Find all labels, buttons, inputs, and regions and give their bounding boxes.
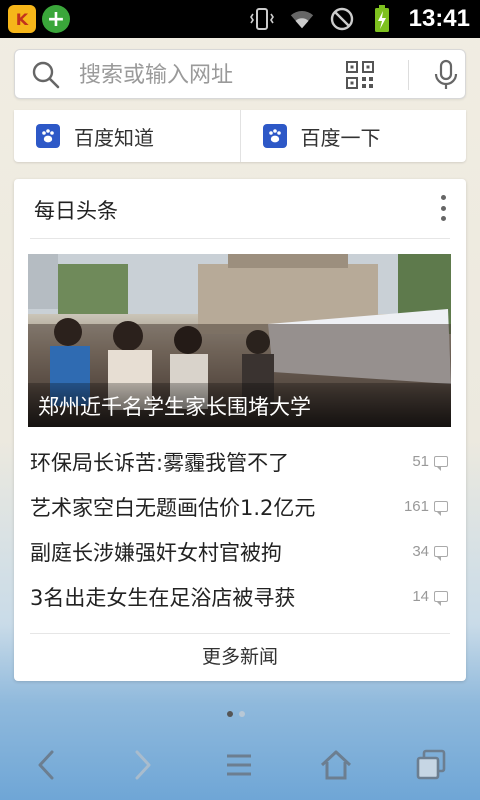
status-bar-notifications: K + [8, 5, 70, 33]
comment-count: 161 [404, 498, 448, 516]
status-bar: K + 13:41 [0, 0, 480, 38]
home-icon [320, 750, 352, 780]
news-item[interactable]: 副庭长涉嫌强奸女村官被拘 34 [14, 529, 466, 574]
news-title: 3名出走女生在足浴店被寻获 [30, 585, 296, 610]
menu-button[interactable] [214, 740, 264, 790]
quick-link-label: 百度一下 [300, 125, 381, 150]
headline-caption: 郑州近千名学生家长围堵大学 [28, 383, 451, 427]
news-title: 副庭长涉嫌强奸女村官被拘 [30, 540, 282, 565]
wifi-icon [289, 6, 315, 32]
no-sim-icon [329, 6, 355, 32]
qr-code-icon[interactable] [345, 60, 375, 90]
bottom-toolbar [0, 728, 480, 800]
comment-icon [434, 546, 448, 561]
quick-links: 百度知道 百度一下 [14, 110, 466, 162]
comment-icon [434, 591, 448, 606]
more-news-button[interactable]: 更多新闻 [14, 637, 466, 677]
search-bar[interactable] [14, 49, 466, 99]
search-divider [408, 60, 409, 90]
headline-image[interactable]: 郑州近千名学生家长围堵大学 [28, 254, 451, 427]
comment-icon [434, 456, 448, 471]
baidu-paw-icon [36, 124, 60, 148]
page-dot [239, 711, 245, 717]
page-indicator [227, 711, 245, 717]
news-card-title: 每日头条 [34, 199, 118, 223]
news-title: 艺术家空白无题画估价1.2亿元 [30, 495, 316, 520]
news-item[interactable]: 艺术家空白无题画估价1.2亿元 161 [14, 484, 466, 529]
forward-button[interactable] [117, 740, 167, 790]
baidu-paw-icon [262, 124, 287, 148]
news-title: 环保局长诉苦:雾霾我管不了 [30, 450, 290, 475]
comment-count: 14 [412, 588, 448, 606]
menu-icon [227, 754, 251, 776]
tabs-icon [416, 749, 446, 780]
more-options-icon[interactable] [438, 195, 448, 221]
quick-link-label: 百度知道 [74, 125, 154, 150]
search-icon[interactable] [31, 60, 61, 90]
home-button[interactable] [311, 740, 361, 790]
battery-charging-icon [369, 5, 395, 32]
news-item[interactable]: 环保局长诉苦:雾霾我管不了 51 [14, 439, 466, 484]
news-list: 环保局长诉苦:雾霾我管不了 51 艺术家空白无题画估价1.2亿元 161 副庭长… [14, 439, 466, 619]
quick-link-baidu-yixia[interactable]: 百度一下 [239, 110, 467, 162]
plus-app-icon: + [42, 5, 70, 33]
comment-count: 51 [412, 453, 448, 471]
comment-count: 34 [412, 543, 448, 561]
k-app-icon: K [8, 5, 36, 33]
tabs-button[interactable] [406, 740, 456, 790]
microphone-icon[interactable] [431, 59, 461, 91]
news-item[interactable]: 3名出走女生在足浴店被寻获 14 [14, 574, 466, 619]
comment-icon [434, 501, 448, 516]
quick-link-baidu-zhidao[interactable]: 百度知道 [14, 110, 240, 162]
clock: 13:41 [408, 5, 470, 32]
vibrate-icon [249, 6, 275, 32]
divider [30, 238, 450, 239]
back-button[interactable] [22, 740, 72, 790]
divider [30, 633, 450, 634]
search-input[interactable] [79, 58, 339, 92]
forward-icon [135, 750, 151, 780]
back-icon [38, 750, 54, 780]
news-card: 每日头条 郑州近千名学生家长围堵大学 环保局长诉苦:雾霾我管不了 51 艺术家空… [14, 179, 466, 681]
page-dot-active [227, 711, 233, 717]
status-bar-system: 13:41 [249, 4, 470, 34]
